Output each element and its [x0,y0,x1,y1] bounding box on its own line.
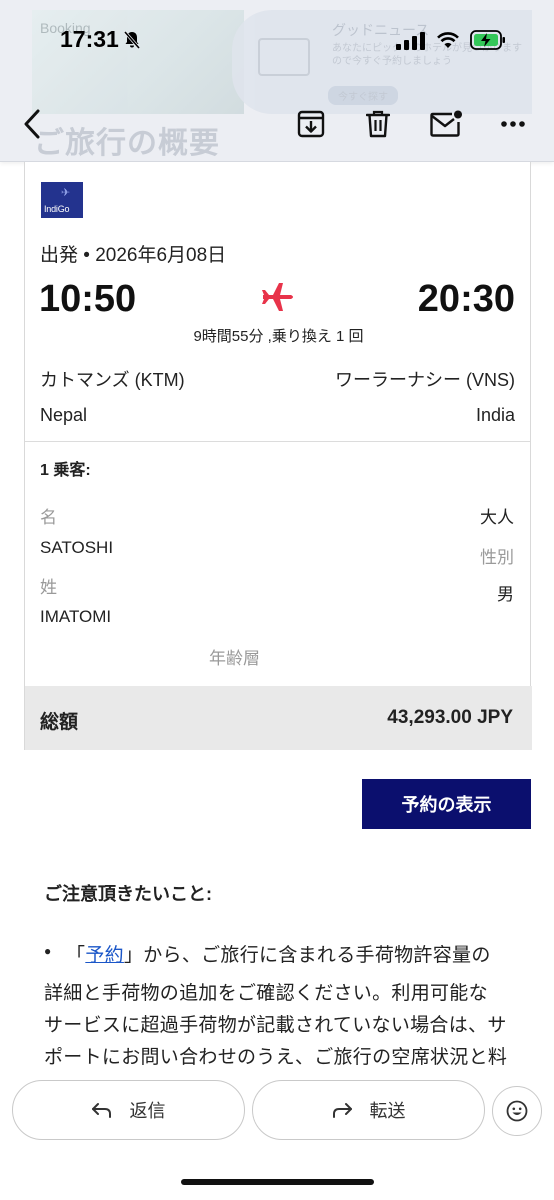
bell-slash-icon [123,31,141,49]
mail-unread-icon [430,110,462,137]
battery-charging-icon [470,30,505,50]
more-icon [501,121,525,127]
departure-time: 10:50 [39,278,137,320]
back-button[interactable] [12,104,52,144]
notice-line-3: サービスに超過手荷物が記載されていない場合は、サ [44,1015,507,1036]
flight-summary-card: ✈ IndiGo 出発 • 2026年6月08日 10:50 20:30 9時間… [24,162,532,750]
airline-plane-icon: ✈ [61,187,71,199]
booking-link[interactable]: 予約 [85,945,124,966]
origin-country: Nepal [40,405,88,425]
gender-label: 性別 [480,548,514,567]
age-group-label: 年齢層 [209,649,260,668]
airline-logo: ✈ IndiGo [41,182,83,218]
delete-button[interactable] [358,104,398,144]
origin-city: カトマンズ (KTM) [40,370,185,390]
flight-duration: 9時間55分 ,乗り換え 1 回 [193,328,364,345]
home-indicator [181,1179,374,1185]
back-icon [24,109,40,139]
total-amount: 43,293.00 JPY [387,707,513,728]
destination-city: ワーラーナシー (VNS) [335,370,515,390]
gender-value: 男 [497,585,514,604]
arrival-time: 20:30 [417,278,515,320]
last-name-value: IMATOMI [40,607,112,626]
cellular-signal-icon [396,32,425,50]
archive-icon [297,110,325,138]
departure-date: 出発 • 2026年6月08日 [40,245,227,266]
reply-icon [91,1103,111,1118]
view-booking-button[interactable]: 予約の表示 [362,779,531,829]
passenger-count: 1 乗客: [40,462,91,479]
smiley-icon [506,1100,528,1122]
forward-button[interactable]: 転送 [252,1080,485,1140]
trash-icon [366,110,390,138]
email-subject-ghost: ご旅行の概要 [34,127,220,160]
emoji-reaction-button[interactable] [492,1086,542,1136]
total-bar: 総額 43,293.00 JPY [25,686,532,750]
passenger-type: 大人 [480,508,514,527]
card-divider [25,441,530,442]
forward-label: 転送 [369,1101,406,1121]
background-ad-panel: グッドニュース あなたにピッタリのホテルが見つかりますので今すぐ予約しましょう … [232,10,532,114]
status-time: 17:31 [60,26,119,52]
archive-button[interactable] [291,104,331,144]
total-label: 総額 [40,712,79,733]
reply-label: 返信 [129,1101,166,1121]
notice-line-1-text: 」から、ご旅行に含まれる手荷物許容量の [123,945,491,966]
mark-unread-button[interactable] [426,104,466,144]
bed-icon [258,38,310,76]
email-header: Booking グッドニュース あなたにピッタリのホテルが見つかりますので今すぐ… [0,0,554,162]
notice-bullet: ● [44,944,52,958]
forward-icon [332,1103,352,1118]
notice-line-2: 詳細と手荷物の追加をご確認ください。利用可能な [44,983,488,1004]
reply-button[interactable]: 返信 [12,1080,245,1140]
notice-quote-open: 「 [66,945,86,966]
wifi-icon [437,32,459,48]
notice-heading: ご注意頂きたいこと: [44,884,212,904]
airline-logo-text: IndiGo [44,204,70,214]
airplane-icon [262,283,293,311]
first-name-value: SATOSHI [40,538,114,557]
last-name-label: 姓 [40,578,57,597]
destination-country: India [475,405,515,425]
more-button[interactable] [493,104,533,144]
notice-line-1: 「予約」から、ご旅行に含まれる手荷物許容量の [66,940,491,967]
first-name-label: 名 [40,508,57,527]
ad-button: 今すぐ探す [328,86,398,105]
